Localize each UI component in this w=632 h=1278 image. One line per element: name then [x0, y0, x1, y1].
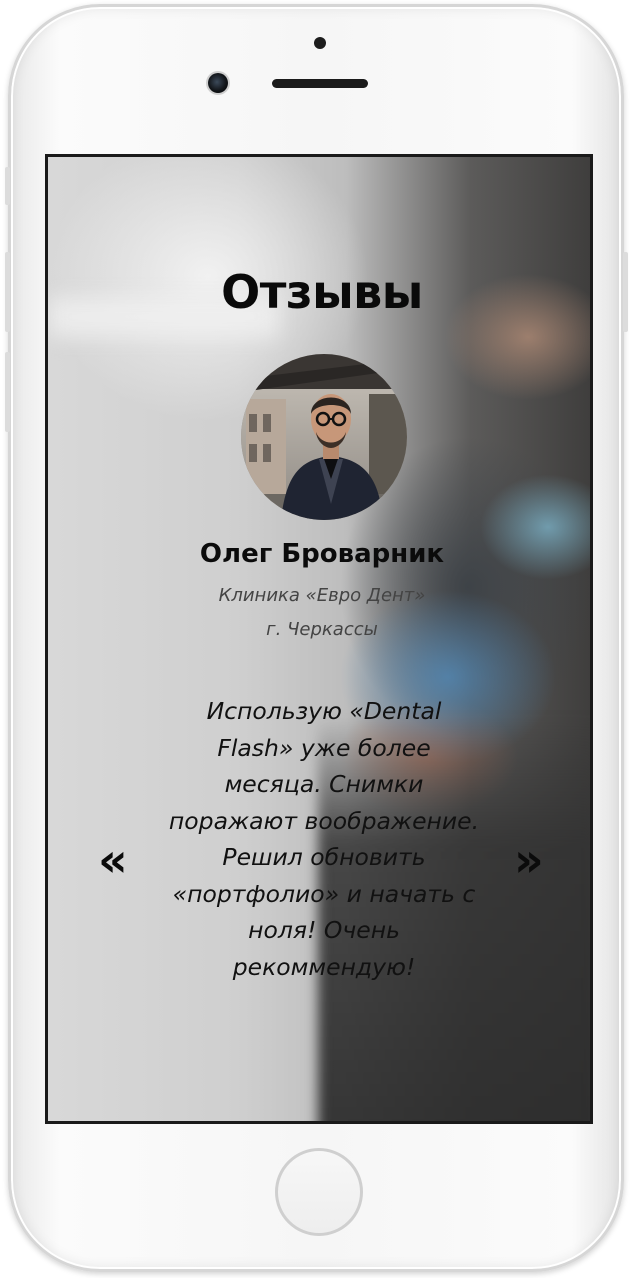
reviewer-name: Олег Броварник: [199, 539, 445, 569]
previous-review-button[interactable]: «: [98, 837, 128, 883]
reviewer-city: г. Черкассы: [266, 619, 378, 640]
section-title: Отзывы: [221, 265, 423, 319]
mute-switch: [5, 167, 10, 205]
reviewer-clinic: Клиника «Евро Дент»: [218, 585, 426, 606]
front-camera-icon: [208, 73, 228, 93]
phone-screen: Отзывы Олег Броварник Клиника «Евро Дент…: [45, 154, 593, 1124]
earpiece-speaker: [272, 79, 368, 88]
home-button[interactable]: [275, 1148, 363, 1236]
power-button: [623, 252, 628, 332]
phone-frame: Отзывы Олег Броварник Клиника «Евро Дент…: [5, 4, 628, 1272]
review-text: Использую «Dental Flash» уже более месяц…: [168, 697, 480, 981]
portrait-photo-icon: [241, 354, 407, 520]
reviews-section: Отзывы Олег Броварник Клиника «Евро Дент…: [48, 157, 590, 1121]
volume-up-button: [5, 252, 10, 332]
proximity-sensor: [314, 37, 326, 49]
reviewer-avatar: [241, 354, 407, 520]
next-review-button[interactable]: »: [514, 837, 544, 883]
volume-down-button: [5, 352, 10, 432]
